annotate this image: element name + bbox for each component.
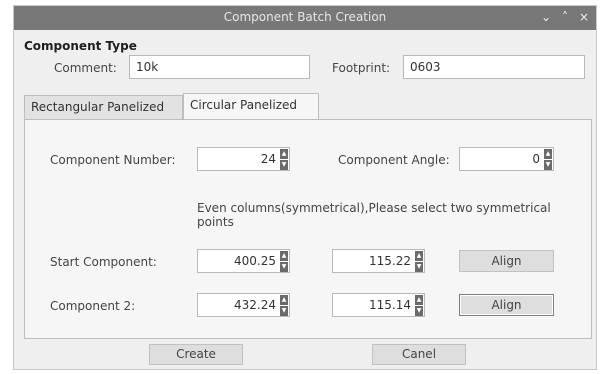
cancel-button[interactable]: Canel bbox=[372, 344, 466, 365]
component-angle-label: Component Angle: bbox=[338, 153, 450, 167]
window-title: Component Batch Creation bbox=[223, 10, 387, 24]
circular-panel: Component Number: 24 ▲ ▼ Component Angle… bbox=[24, 119, 592, 339]
spin-up-icon[interactable]: ▲ bbox=[544, 149, 552, 160]
comp2-x-spinbox[interactable]: 432.24 ▲ ▼ bbox=[197, 293, 290, 317]
component-angle-value: 0 bbox=[532, 152, 540, 166]
spin-up-icon[interactable]: ▲ bbox=[280, 295, 288, 306]
symmetry-hint: Even columns(symmetrical),Please select … bbox=[197, 201, 551, 229]
comp2-y-spinbox[interactable]: 115.14 ▲ ▼ bbox=[332, 293, 425, 317]
tab-circular-panelized-board[interactable]: Circular Panelized Board bbox=[183, 93, 319, 134]
close-icon[interactable]: × bbox=[578, 8, 590, 26]
align-component-2-button[interactable]: Align bbox=[459, 294, 554, 316]
footprint-input[interactable] bbox=[403, 55, 585, 79]
component-number-value: 24 bbox=[260, 152, 276, 166]
comment-label: Comment: bbox=[54, 61, 117, 75]
start-y-value: 115.22 bbox=[369, 254, 411, 268]
minimize-icon[interactable]: ⌄ bbox=[540, 8, 552, 26]
start-component-label: Start Component: bbox=[50, 255, 157, 269]
spin-down-icon[interactable]: ▼ bbox=[415, 306, 423, 316]
create-button[interactable]: Create bbox=[149, 344, 243, 365]
component-batch-creation-dialog: Component Batch Creation ⌄ ˄ × Component… bbox=[13, 5, 597, 370]
spin-down-icon[interactable]: ▼ bbox=[544, 160, 552, 170]
spin-down-icon[interactable]: ▼ bbox=[415, 262, 423, 272]
title-bar[interactable]: Component Batch Creation ⌄ ˄ × bbox=[14, 6, 596, 30]
spin-up-icon[interactable]: ▲ bbox=[280, 149, 288, 160]
spin-down-icon[interactable]: ▼ bbox=[280, 306, 288, 316]
maximize-icon[interactable]: ˄ bbox=[559, 8, 571, 26]
tab-rectangular-panelized-board[interactable]: Rectangular Panelized Board bbox=[24, 95, 183, 136]
spin-down-icon[interactable]: ▼ bbox=[280, 160, 288, 170]
comp2-y-value: 115.14 bbox=[369, 298, 411, 312]
align-start-button[interactable]: Align bbox=[459, 250, 554, 272]
spin-up-icon[interactable]: ▲ bbox=[280, 251, 288, 262]
component-type-heading: Component Type bbox=[24, 39, 137, 53]
spin-down-icon[interactable]: ▼ bbox=[280, 262, 288, 272]
comp2-x-value: 432.24 bbox=[234, 298, 276, 312]
component-number-label: Component Number: bbox=[50, 153, 176, 167]
component-number-spinbox[interactable]: 24 ▲ ▼ bbox=[197, 147, 290, 171]
footprint-label: Footprint: bbox=[332, 61, 391, 75]
comment-input[interactable] bbox=[129, 55, 310, 79]
spin-up-icon[interactable]: ▲ bbox=[415, 295, 423, 306]
start-x-spinbox[interactable]: 400.25 ▲ ▼ bbox=[197, 249, 290, 273]
start-x-value: 400.25 bbox=[234, 254, 276, 268]
component-2-label: Component 2: bbox=[50, 299, 136, 313]
component-angle-spinbox[interactable]: 0 ▲ ▼ bbox=[459, 147, 554, 171]
start-y-spinbox[interactable]: 115.22 ▲ ▼ bbox=[332, 249, 425, 273]
spin-up-icon[interactable]: ▲ bbox=[415, 251, 423, 262]
